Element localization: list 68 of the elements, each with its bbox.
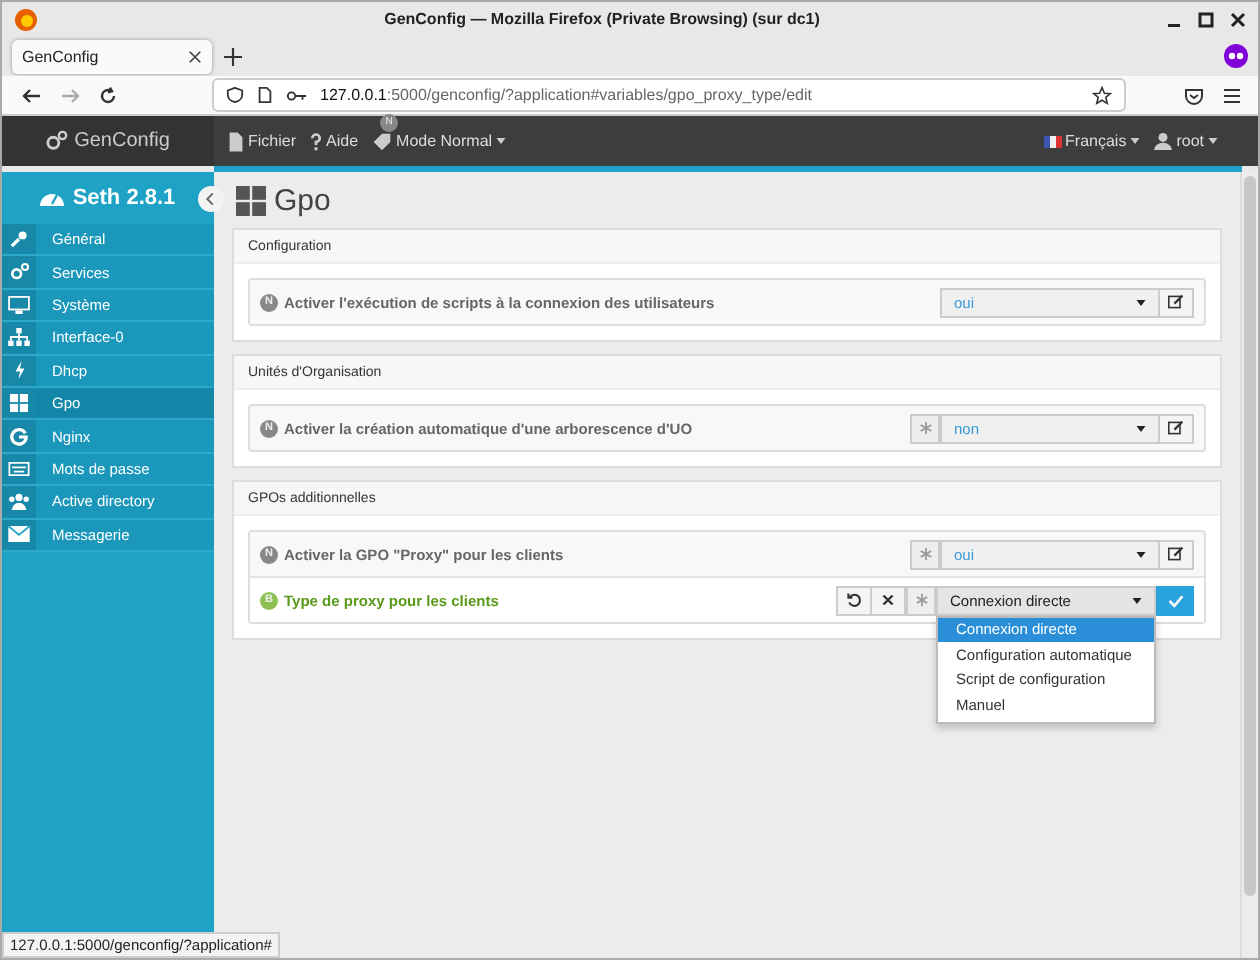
network-icon xyxy=(8,328,30,347)
user-menu[interactable]: root xyxy=(1154,132,1218,150)
caret-icon xyxy=(1132,597,1142,603)
caret-icon xyxy=(1136,425,1146,431)
key-icon xyxy=(286,87,308,103)
flag-icon xyxy=(1043,135,1062,147)
asterisk-icon xyxy=(919,548,931,560)
browser-tab[interactable]: GenConfig xyxy=(12,39,212,73)
bookmark-star-icon[interactable] xyxy=(1092,85,1112,105)
keyboard-icon xyxy=(8,461,30,476)
private-browsing-icon xyxy=(1224,44,1248,68)
bolt-icon xyxy=(13,360,25,381)
edit-icon xyxy=(1168,546,1184,562)
close-icon xyxy=(882,594,894,606)
tag-icon xyxy=(372,131,393,151)
undo-icon xyxy=(846,592,862,608)
dashboard-icon xyxy=(40,188,65,208)
firefox-logo-icon xyxy=(14,7,38,31)
confirm-button[interactable] xyxy=(1156,585,1194,615)
gears-icon xyxy=(9,262,29,283)
menu-item[interactable]: Aide xyxy=(310,131,359,151)
caret-icon xyxy=(1208,138,1218,144)
reload-icon[interactable] xyxy=(98,85,118,105)
question-icon xyxy=(310,131,323,151)
caret-icon xyxy=(1136,299,1146,305)
back-icon[interactable] xyxy=(22,85,42,105)
page-icon xyxy=(256,86,274,104)
collapse-icon[interactable] xyxy=(198,186,224,212)
caret-icon xyxy=(1136,551,1146,557)
file-icon xyxy=(228,131,244,151)
shield-icon xyxy=(226,86,244,104)
caret-icon xyxy=(496,138,507,144)
tab-title: GenConfig xyxy=(22,47,99,65)
wrench-icon xyxy=(10,230,28,249)
gears-icon xyxy=(46,130,69,152)
caret-icon xyxy=(1130,138,1141,144)
menu-item[interactable]: Fichier xyxy=(228,131,297,151)
language-menu[interactable]: Français xyxy=(1043,132,1141,150)
asterisk-icon xyxy=(915,594,927,606)
monitor-icon xyxy=(8,295,30,314)
users-icon xyxy=(8,492,30,511)
asterisk-icon xyxy=(919,422,931,434)
page-title: Gpo xyxy=(274,183,331,217)
window-title: GenConfig — Mozilla Firefox (Private Browsing) (sur dc1) xyxy=(382,10,822,28)
edit-button[interactable] xyxy=(1158,287,1194,317)
envelope-icon xyxy=(8,526,30,543)
pocket-icon[interactable] xyxy=(1184,85,1204,105)
check-icon xyxy=(1167,593,1183,607)
edit-icon xyxy=(1168,420,1184,436)
scrollbar-thumb[interactable] xyxy=(1244,176,1256,896)
menu-icon[interactable] xyxy=(1222,85,1242,105)
app-version-title: Seth 2.8.1 xyxy=(72,186,176,210)
address-bar[interactable]: 127.0.0.1:5000/genconfig/?application#variables/gpo_proxy_type/edit xyxy=(212,78,1126,112)
windows-icon xyxy=(236,185,266,215)
new-tab-icon[interactable] xyxy=(224,47,242,65)
undo-button[interactable] xyxy=(836,585,872,615)
edit-button[interactable] xyxy=(1158,539,1194,569)
url-text: 127.0.0.1:5000/genconfig/?application#variables/gpo_proxy_type/edit xyxy=(320,86,812,104)
edit-button[interactable] xyxy=(1158,413,1194,443)
windows-icon xyxy=(10,394,28,413)
brand-name: GenConfig xyxy=(74,130,170,152)
close-icon[interactable] xyxy=(1230,11,1246,27)
close-icon[interactable] xyxy=(188,49,202,63)
app-brand[interactable]: GenConfig xyxy=(2,116,214,166)
edit-icon xyxy=(1168,294,1184,310)
cancel-button[interactable] xyxy=(870,585,906,615)
user-icon xyxy=(1154,132,1173,150)
maximize-icon[interactable] xyxy=(1198,11,1214,27)
